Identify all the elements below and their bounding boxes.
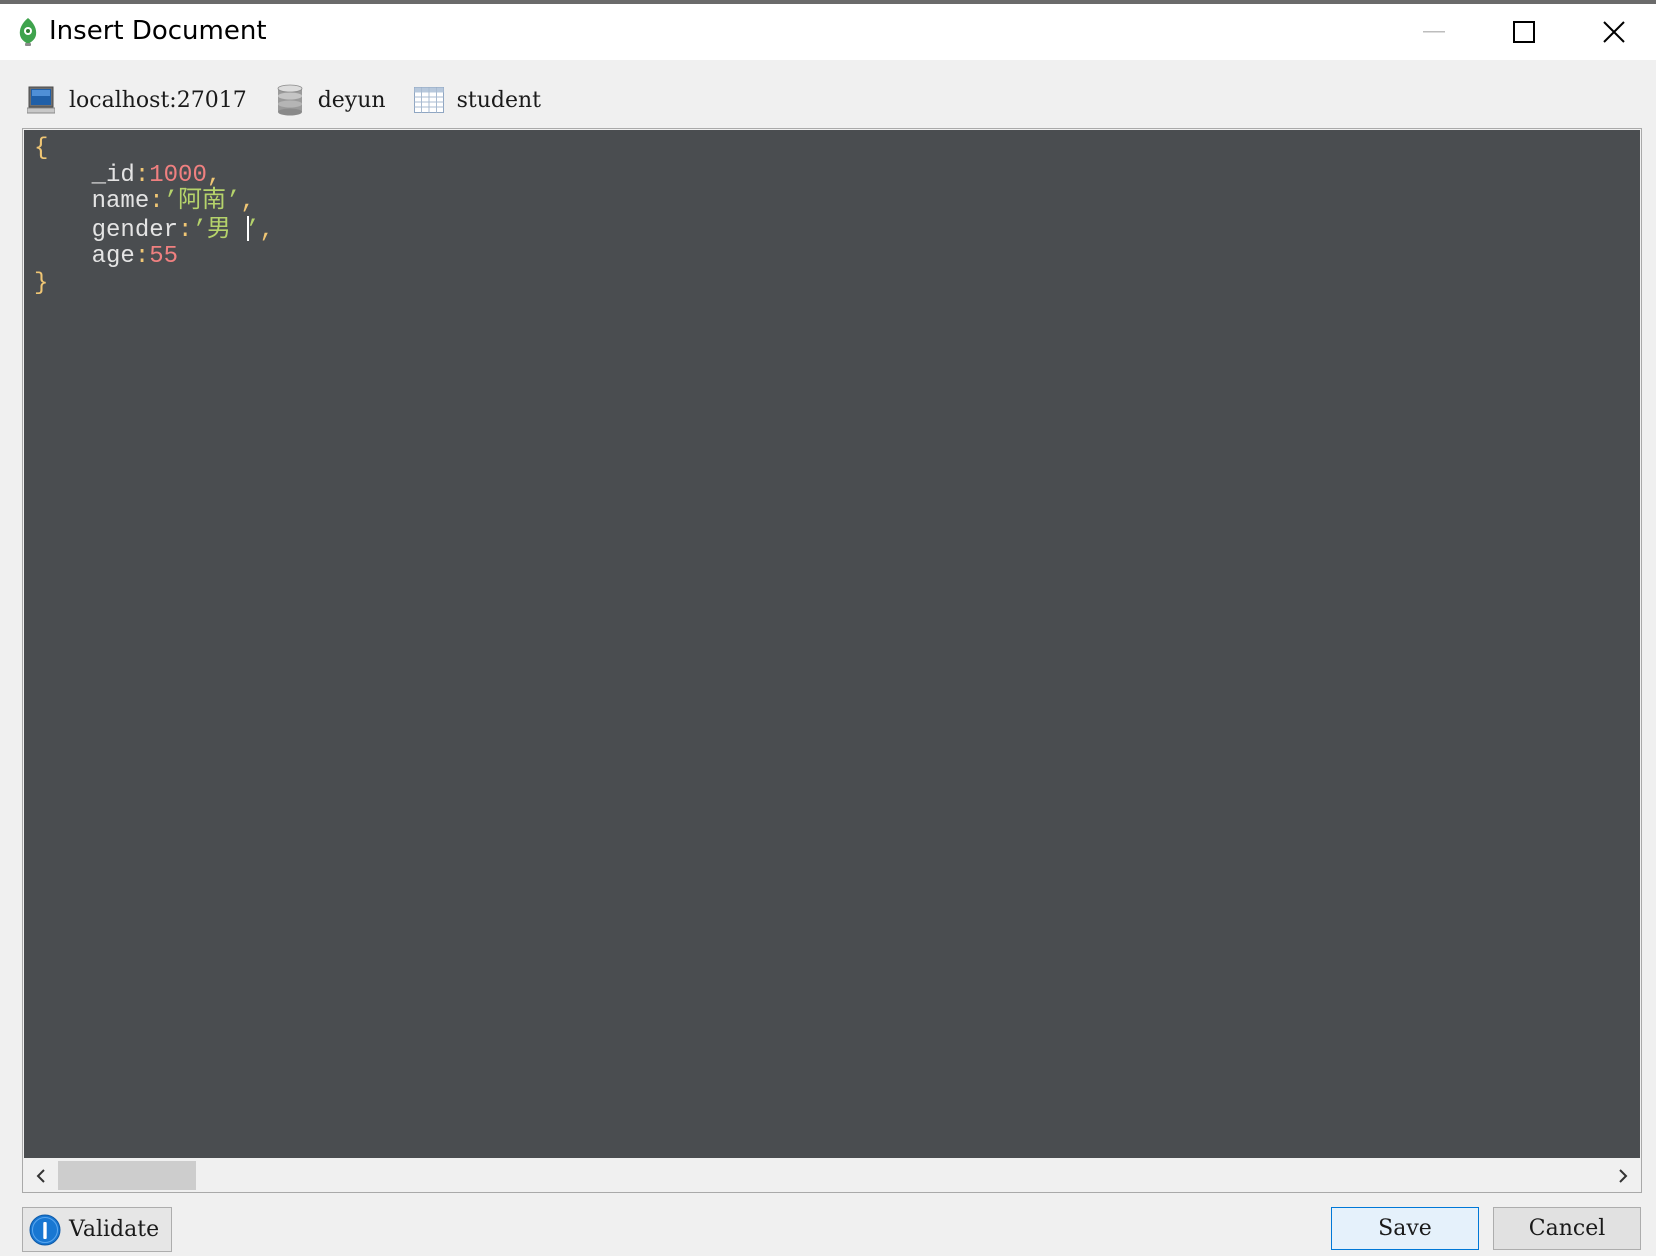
save-button[interactable]: Save: [1331, 1207, 1479, 1250]
close-brace: }: [34, 269, 49, 297]
horizontal-scrollbar[interactable]: [24, 1159, 1640, 1192]
collection-icon: [413, 84, 444, 116]
open-brace: {: [34, 135, 49, 162]
app-logo-icon: [19, 18, 37, 46]
validate-label: Validate: [69, 1217, 160, 1242]
code-line-age: age:55: [91, 243, 179, 270]
chevron-left-icon: [36, 1168, 45, 1183]
close-button[interactable]: [1568, 4, 1656, 60]
code-line-name: name:’阿南’,: [91, 188, 255, 215]
database-icon: [275, 84, 305, 116]
maximize-icon: [1513, 21, 1535, 43]
document-editor-frame: { _id:1000, name:’阿南’, gender:’男 ’, age:…: [22, 128, 1642, 1193]
code-content: { _id:1000, name:’阿南’, gender:’男 ’, age:…: [34, 135, 275, 297]
info-icon: [29, 1214, 61, 1245]
cancel-button[interactable]: Cancel: [1493, 1207, 1641, 1250]
breadcrumb: localhost:27017 deyun student: [26, 82, 569, 118]
chevron-right-icon: [1619, 1168, 1628, 1183]
window-title: Insert Document: [49, 16, 267, 46]
minimize-icon: [1423, 31, 1445, 33]
server-icon: [26, 84, 56, 116]
breadcrumb-server: localhost:27017: [26, 84, 247, 116]
server-label: localhost:27017: [69, 87, 247, 113]
scroll-left-button[interactable]: [24, 1159, 58, 1192]
maximize-button[interactable]: [1478, 4, 1570, 60]
minimize-button[interactable]: [1388, 4, 1480, 60]
scroll-right-button[interactable]: [1606, 1159, 1640, 1192]
close-icon: [1603, 21, 1625, 43]
validate-button[interactable]: Validate: [22, 1207, 172, 1252]
code-line-id: _id:1000,: [91, 161, 222, 189]
document-editor[interactable]: { _id:1000, name:’阿南’, gender:’男 ’, age:…: [24, 130, 1640, 1158]
breadcrumb-collection: student: [413, 84, 541, 116]
collection-label: student: [456, 87, 541, 113]
scrollbar-thumb[interactable]: [58, 1161, 196, 1190]
database-label: deyun: [317, 87, 386, 113]
breadcrumb-database: deyun: [275, 84, 386, 116]
code-line-gender: gender:’男 ’,: [91, 215, 275, 244]
